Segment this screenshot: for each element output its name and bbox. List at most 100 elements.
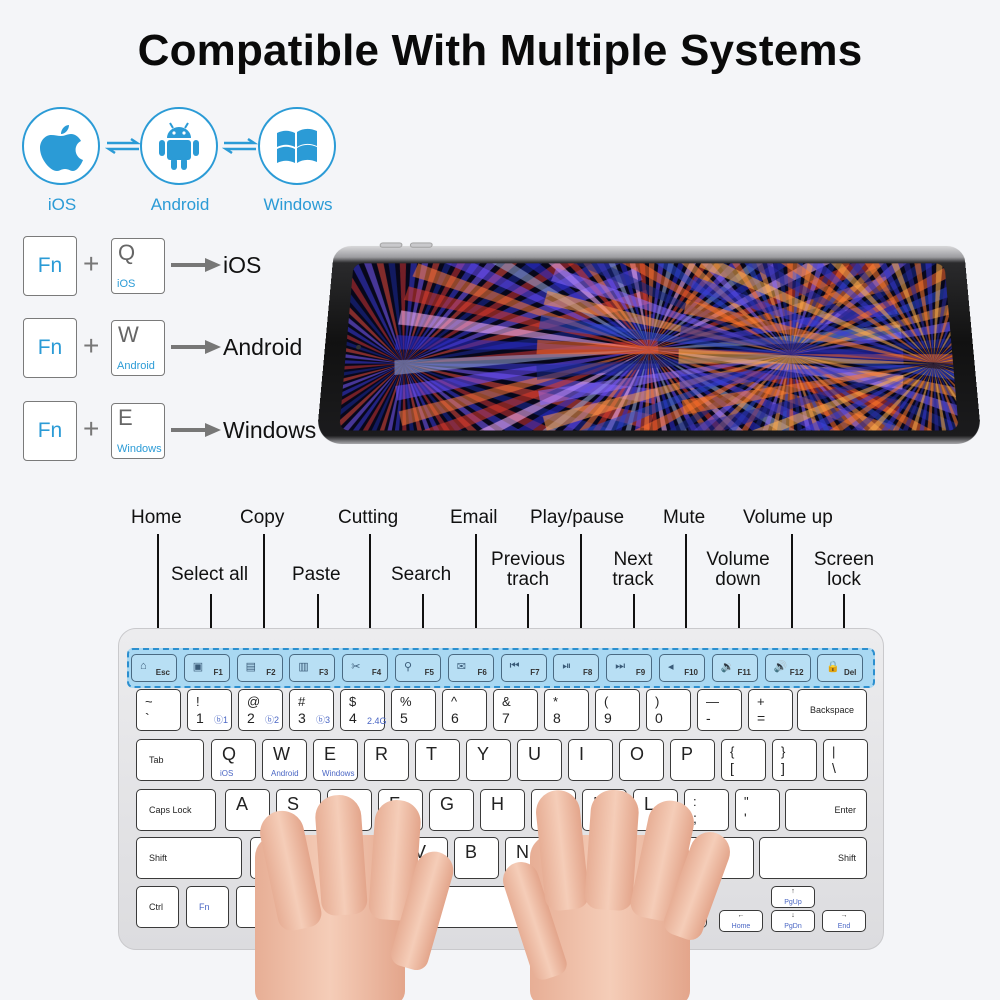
key-backspace[interactable]: Backspace — [797, 689, 867, 731]
key-shift-symbol: — — [706, 694, 719, 709]
combo-android: Fn + W Android Android — [23, 318, 343, 378]
keyboard: ⌂ Esc ▣ F1 ▤ F2 ▥ F3 ✂ F4 ⚲ F5 ✉ F6 ⏮ F7 ⏯ F8 ⏭ F9 ◂ F10 🔉 F11 🔊… — [118, 628, 884, 950]
key-shift-symbol: " — [744, 794, 749, 809]
letter-key[interactable]: " ' — [735, 789, 780, 831]
label-line: down — [715, 569, 761, 590]
letter-key[interactable]: H — [480, 789, 525, 831]
letter-key[interactable]: U — [517, 739, 562, 781]
label-search: Search — [391, 564, 452, 585]
key-symbol: 9 — [604, 710, 612, 726]
letter-key[interactable]: P — [670, 739, 715, 781]
letter-key[interactable]: | \ — [823, 739, 868, 781]
letter-key[interactable]: E Windows — [313, 739, 358, 781]
key-letter: P — [681, 744, 694, 764]
key-letter: Q — [222, 744, 237, 764]
swap-arrows-icon — [222, 137, 258, 155]
label-next-track: Next track — [603, 550, 663, 590]
key-os-label: Android — [271, 769, 299, 778]
label-line: Screen — [813, 549, 875, 570]
function-key[interactable]: ✂ F4 — [342, 654, 389, 682]
letter-key[interactable]: I — [568, 739, 613, 781]
number-key[interactable]: * 8 — [544, 689, 589, 731]
combo-target: Windows — [223, 417, 317, 443]
letter-key[interactable]: {[ — [721, 739, 766, 781]
number-key[interactable]: ) 0 — [646, 689, 691, 731]
function-key[interactable]: ◂ F10 — [659, 654, 705, 682]
label-line: track — [612, 569, 654, 590]
letter-key[interactable]: QiOS — [211, 739, 256, 781]
arrow-right-icon — [171, 258, 221, 272]
key-symbol: 3 — [298, 710, 306, 726]
function-key[interactable]: ⏭ F9 — [606, 654, 653, 682]
number-key[interactable]: & 7 — [493, 689, 538, 731]
function-key-icon: ⏮ — [509, 660, 520, 672]
swap-arrows-icon — [105, 137, 141, 155]
key-end[interactable]: → End — [822, 910, 866, 932]
key-shift-right[interactable]: Shift — [759, 837, 867, 879]
function-key[interactable]: ✉ F6 — [447, 654, 494, 682]
os-label: Windows — [263, 195, 333, 214]
letter-key[interactable]: B — [454, 837, 499, 879]
label-line: Volume — [706, 549, 770, 570]
key-symbol: 5 — [400, 710, 408, 726]
letter-key[interactable]: R — [364, 739, 409, 781]
function-key-label: F9 — [635, 668, 646, 677]
letter-key[interactable]: W Android — [262, 739, 307, 781]
bluetooth-channel-label: ⓑ2 — [265, 715, 280, 725]
function-key[interactable]: ▣ F1 — [183, 654, 230, 682]
key-shift-symbol: | — [832, 744, 836, 759]
key-symbol: - — [706, 710, 711, 726]
key-letter: H — [491, 794, 504, 814]
function-key-label: F3 — [319, 668, 329, 677]
letter-key[interactable]: O — [619, 739, 664, 781]
function-key[interactable]: ⚲ F5 — [395, 654, 441, 682]
function-key[interactable]: ⏯ F8 — [553, 654, 600, 682]
key-shift-symbol: ( — [604, 694, 609, 709]
key-ctrl[interactable]: Ctrl — [136, 886, 179, 928]
number-key[interactable]: #3 ⓑ3 — [289, 689, 334, 731]
number-key[interactable]: ~ ` — [136, 689, 181, 731]
number-key[interactable]: % 5 — [391, 689, 436, 731]
function-key-icon: ✉ — [456, 661, 467, 673]
key-pgdn[interactable]: ↓ PgDn — [771, 910, 815, 932]
key-label: Shift — [837, 853, 856, 863]
key-shift-symbol: * — [553, 694, 559, 709]
plus-sign: + — [83, 330, 100, 361]
number-key[interactable]: ! 1 ⓑ1 — [187, 689, 232, 731]
key-caps-lock[interactable]: Caps Lock — [136, 789, 216, 831]
letter-key[interactable]: }] — [772, 739, 817, 781]
number-key[interactable]: ^ 6 — [442, 689, 487, 731]
number-key[interactable]: $4 2.4G — [340, 689, 387, 731]
function-key-label: F2 — [266, 668, 276, 677]
fn-key: Fn — [23, 236, 77, 296]
function-key[interactable]: ⏮ F7 — [500, 654, 547, 682]
key-letter: Q — [118, 240, 136, 265]
os-item-ios: iOS — [22, 107, 102, 215]
key-shift-left[interactable]: Shift — [136, 837, 242, 879]
key-label: Caps Lock — [149, 805, 192, 815]
function-key[interactable]: ⌂ Esc — [131, 654, 177, 682]
key-home[interactable]: ← Home — [719, 910, 763, 932]
key-pgup[interactable]: ↑ PgUp — [771, 886, 815, 908]
key-label: Fn — [199, 902, 210, 912]
combo-target: iOS — [223, 252, 262, 278]
number-key[interactable]: (9 — [595, 689, 640, 731]
letter-key[interactable]: G — [429, 789, 474, 831]
key-shift-symbol: { — [730, 744, 735, 759]
key-letter: B — [465, 842, 478, 862]
key-fn[interactable]: Fn — [186, 886, 229, 928]
key-letter: E — [324, 744, 337, 764]
fn-key: Fn — [23, 318, 77, 378]
function-key[interactable]: ▤ F2 — [236, 654, 283, 682]
number-key[interactable]: — - — [697, 689, 742, 731]
function-key[interactable]: ▥ F3 — [289, 654, 336, 682]
letter-key[interactable]: Y — [466, 739, 511, 781]
function-key[interactable]: 🔊 F12 — [764, 654, 811, 682]
key-enter[interactable]: Enter — [785, 789, 867, 831]
number-key[interactable]: + = — [748, 689, 793, 731]
key-tab[interactable]: Tab — [136, 739, 204, 781]
letter-key[interactable]: T — [415, 739, 460, 781]
function-key[interactable]: 🔉 F11 — [711, 654, 758, 682]
number-key[interactable]: @2 ⓑ2 — [238, 689, 283, 731]
function-key[interactable]: 🔒 Del — [817, 654, 864, 682]
